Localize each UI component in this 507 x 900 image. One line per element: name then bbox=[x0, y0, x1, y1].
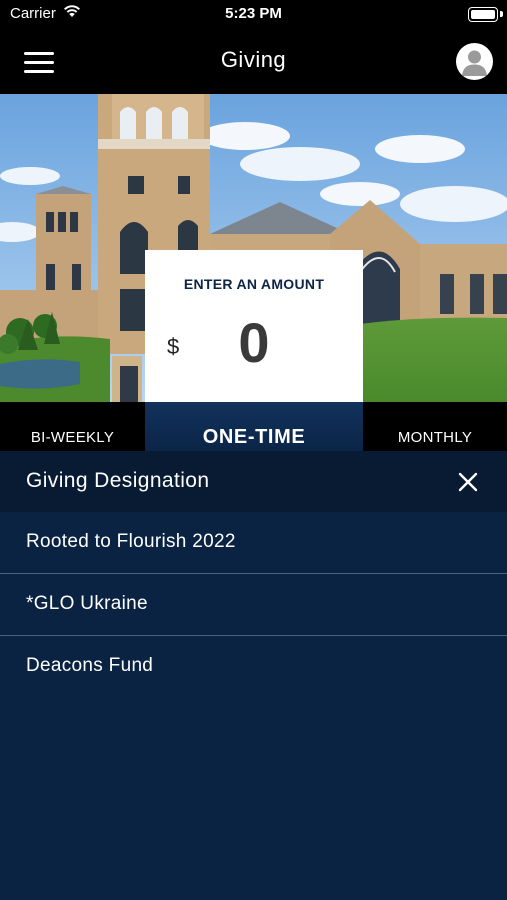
designation-item[interactable]: *GLO Ukraine bbox=[0, 574, 507, 636]
designation-item[interactable]: Rooted to Flourish 2022 bbox=[0, 512, 507, 574]
close-icon[interactable] bbox=[455, 469, 481, 495]
battery-tip bbox=[500, 11, 503, 17]
amount-entry-card[interactable]: ENTER AN AMOUNT $ 0 bbox=[145, 250, 363, 403]
status-bar: Carrier 5:23 PM bbox=[0, 0, 507, 30]
nav-bar: Giving bbox=[0, 30, 507, 94]
sheet-header: Giving Designation bbox=[0, 451, 507, 512]
page-title: Giving bbox=[220, 47, 287, 72]
status-time: 5:23 PM bbox=[225, 5, 282, 22]
profile-avatar-icon[interactable] bbox=[456, 43, 493, 80]
designation-list: Rooted to Flourish 2022 *GLO Ukraine Dea… bbox=[0, 512, 507, 698]
sheet-title: Giving Designation bbox=[26, 469, 210, 492]
amount-input[interactable]: 0 bbox=[145, 310, 363, 375]
tab-one-time[interactable]: ONE-TIME bbox=[145, 402, 363, 451]
giving-designation-sheet: Giving Designation Rooted to Flourish 20… bbox=[0, 451, 507, 900]
amount-label: ENTER AN AMOUNT bbox=[183, 276, 325, 292]
tab-monthly[interactable]: MONTHLY bbox=[363, 402, 507, 451]
frequency-tabs: BI-WEEKLY ONE-TIME MONTHLY bbox=[0, 402, 507, 451]
tab-bi-weekly[interactable]: BI-WEEKLY bbox=[0, 402, 145, 451]
designation-item[interactable]: Deacons Fund bbox=[0, 636, 507, 698]
battery-icon bbox=[468, 7, 498, 22]
